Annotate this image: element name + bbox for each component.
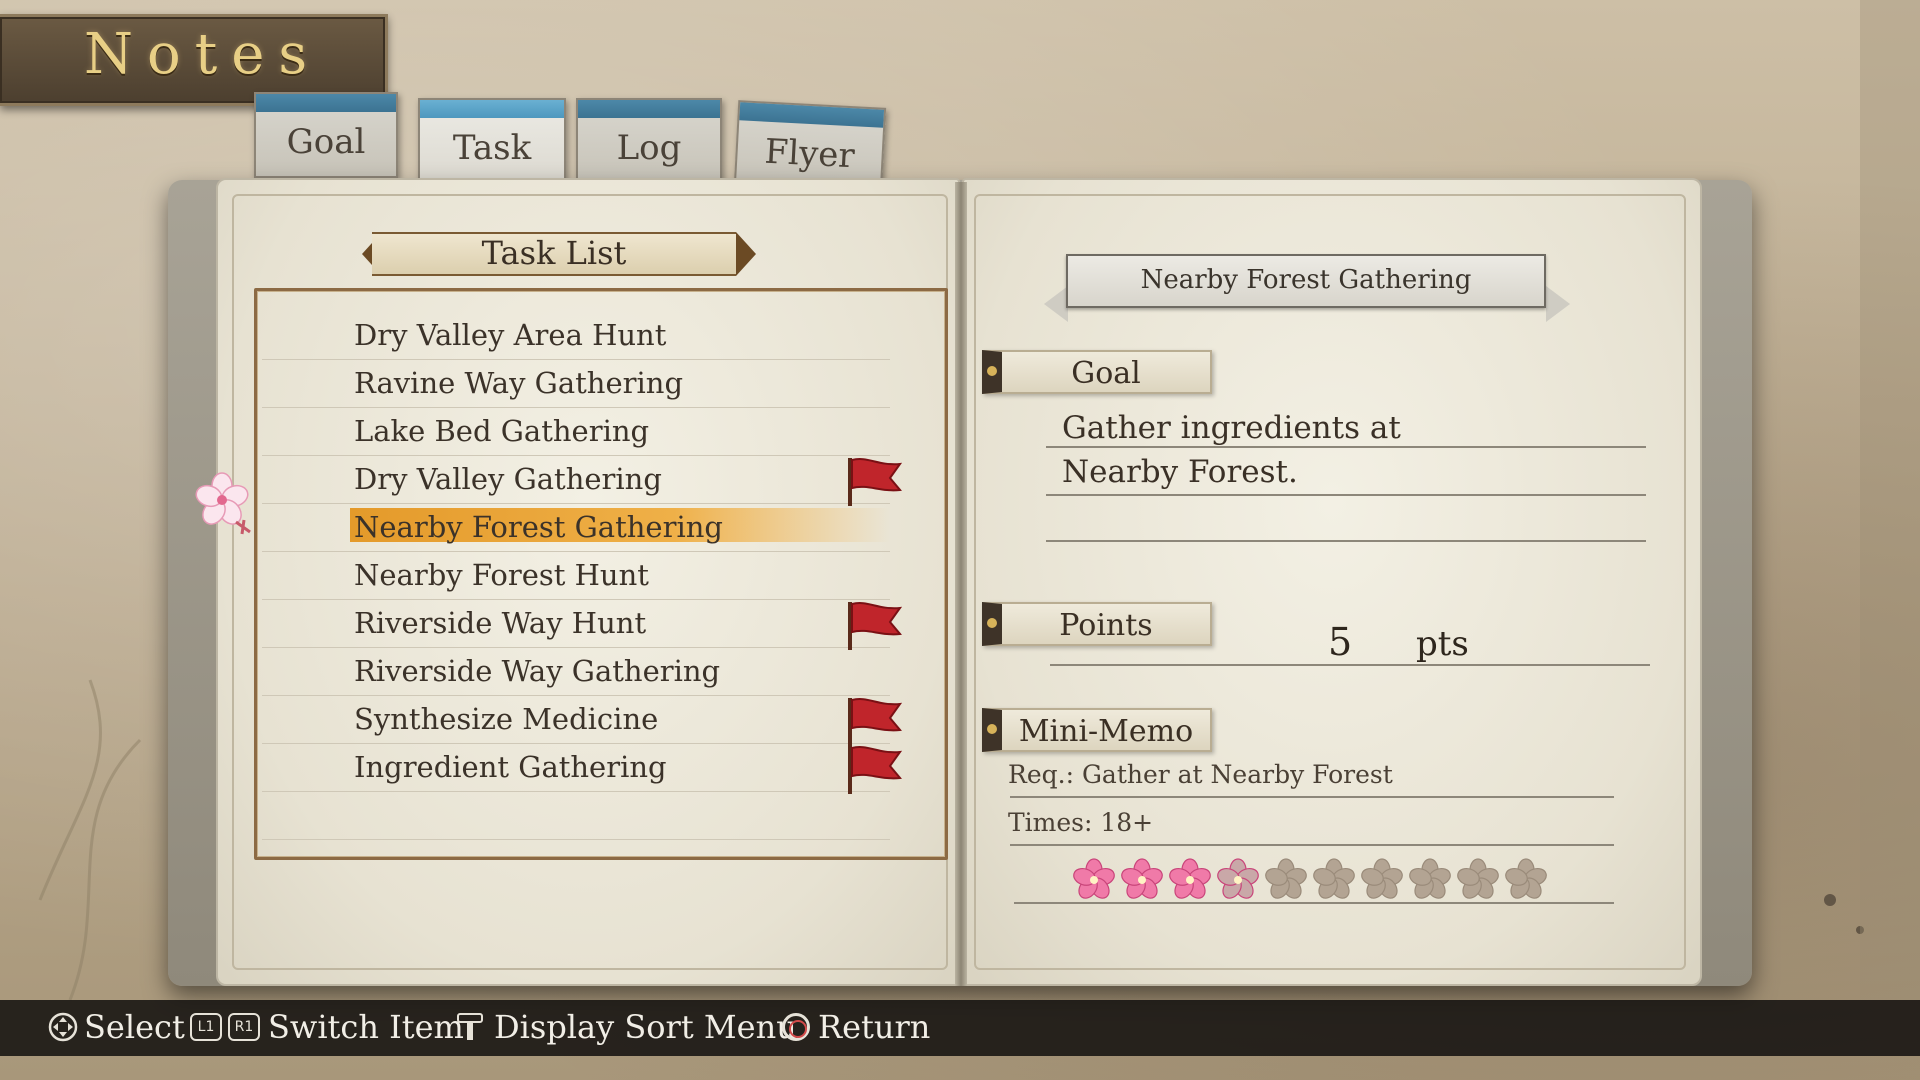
task-row[interactable]: Riverside Way Gathering — [262, 648, 890, 696]
screen-title: Notes — [84, 22, 322, 87]
tab-log[interactable]: Log — [576, 98, 722, 184]
progress-flower-filled-icon — [1073, 858, 1115, 899]
touchpad-icon — [457, 1013, 483, 1040]
hint-return: Return — [818, 1008, 931, 1046]
goal-text-line-2: Nearby Forest. — [1062, 454, 1298, 490]
tab-task-label: Task — [452, 128, 532, 168]
book-spine — [955, 182, 967, 986]
circle-button-icon — [782, 1013, 810, 1041]
hint-switch-item: Switch Item — [268, 1008, 464, 1046]
flag-icon — [848, 602, 903, 650]
flower-cursor-icon — [195, 472, 251, 535]
task-label: Nearby Forest Hunt — [354, 558, 649, 592]
task-label: Riverside Way Hunt — [354, 606, 647, 640]
mini-memo-tag: Mini-Memo — [982, 708, 1212, 752]
rule — [1050, 664, 1650, 666]
l1-button-icon: L1 — [190, 1013, 222, 1041]
memo-requirement: Req.: Gather at Nearby Forest — [1008, 760, 1393, 789]
progress-flower-empty-icon — [1409, 858, 1451, 899]
task-row[interactable]: Riverside Way Hunt — [262, 600, 903, 650]
tab-goal-label: Goal — [286, 122, 366, 162]
tag-pin — [987, 618, 997, 628]
mini-memo-label: Mini-Memo — [1018, 714, 1194, 749]
flag-icon — [848, 698, 903, 746]
r1-button-icon: R1 — [228, 1013, 260, 1041]
hint-sort-menu: Display Sort Menu — [494, 1008, 797, 1046]
rule — [1046, 540, 1646, 542]
goal-tag: Goal — [982, 350, 1212, 394]
flag-icon — [848, 746, 903, 794]
rule — [1046, 494, 1646, 496]
points-tag: Points — [982, 602, 1212, 646]
points-unit: pts — [1416, 624, 1469, 664]
task-label: Dry Valley Gathering — [354, 462, 662, 496]
hint-select: Select — [84, 1008, 185, 1046]
rule — [1010, 844, 1614, 846]
banner-tail-left — [1044, 286, 1068, 322]
progress-flower-empty-icon — [1505, 858, 1547, 899]
progress-flower-partial-icon — [1217, 858, 1259, 899]
tab-goal[interactable]: Goal — [254, 92, 398, 178]
task-label: Ravine Way Gathering — [354, 366, 684, 400]
progress-flower-empty-icon — [1457, 858, 1499, 899]
task-row[interactable]: Synthesize Medicine — [262, 696, 903, 746]
task-row[interactable]: Nearby Forest Hunt — [262, 552, 890, 600]
task-label: Dry Valley Area Hunt — [354, 318, 667, 352]
progress-flower-empty-icon — [1361, 858, 1403, 899]
progress-flower-empty-icon — [1313, 858, 1355, 899]
tab-task[interactable]: Task — [418, 98, 566, 184]
rule — [1046, 446, 1646, 448]
rule — [1010, 796, 1614, 798]
right-page-frame — [974, 194, 1686, 970]
dpad-icon — [48, 1012, 78, 1042]
points-label: Points — [1059, 608, 1153, 643]
task-row[interactable]: Lake Bed Gathering — [262, 408, 890, 456]
task-label: Lake Bed Gathering — [354, 414, 650, 448]
tag-pin — [987, 724, 997, 734]
goal-label: Goal — [1071, 356, 1141, 391]
task-row-empty — [262, 792, 890, 840]
flag-icon — [848, 458, 903, 506]
tab-flyer-label: Flyer — [763, 131, 856, 177]
points-value: 5 — [1328, 620, 1353, 664]
rule — [1014, 902, 1614, 904]
task-row[interactable]: Ingredient Gathering — [262, 744, 903, 794]
task-list-heading: Task List — [481, 234, 627, 272]
tag-pin — [987, 366, 997, 376]
task-label: Nearby Forest Gathering — [354, 510, 723, 544]
progress-flower-filled-icon — [1169, 858, 1211, 899]
tab-log-label: Log — [616, 128, 682, 168]
progress-flower-filled-icon — [1121, 858, 1163, 899]
goal-text-line-1: Gather ingredients at — [1062, 410, 1401, 446]
progress-flower-empty-icon — [1265, 858, 1307, 899]
task-row[interactable]: Dry Valley Gathering — [262, 456, 903, 506]
task-label: Riverside Way Gathering — [354, 654, 721, 688]
task-title: Nearby Forest Gathering — [1140, 265, 1472, 295]
banner-tail-right — [1546, 286, 1570, 322]
ribbon-right-end — [736, 232, 756, 276]
task-row[interactable]: Dry Valley Area Hunt — [262, 312, 890, 360]
memo-times: Times: 18+ — [1008, 808, 1154, 837]
task-row[interactable]: Ravine Way Gathering — [262, 360, 890, 408]
task-row-selected[interactable]: Nearby Forest Gathering — [262, 504, 890, 552]
task-label: Ingredient Gathering — [354, 750, 667, 784]
task-label: Synthesize Medicine — [354, 702, 659, 736]
